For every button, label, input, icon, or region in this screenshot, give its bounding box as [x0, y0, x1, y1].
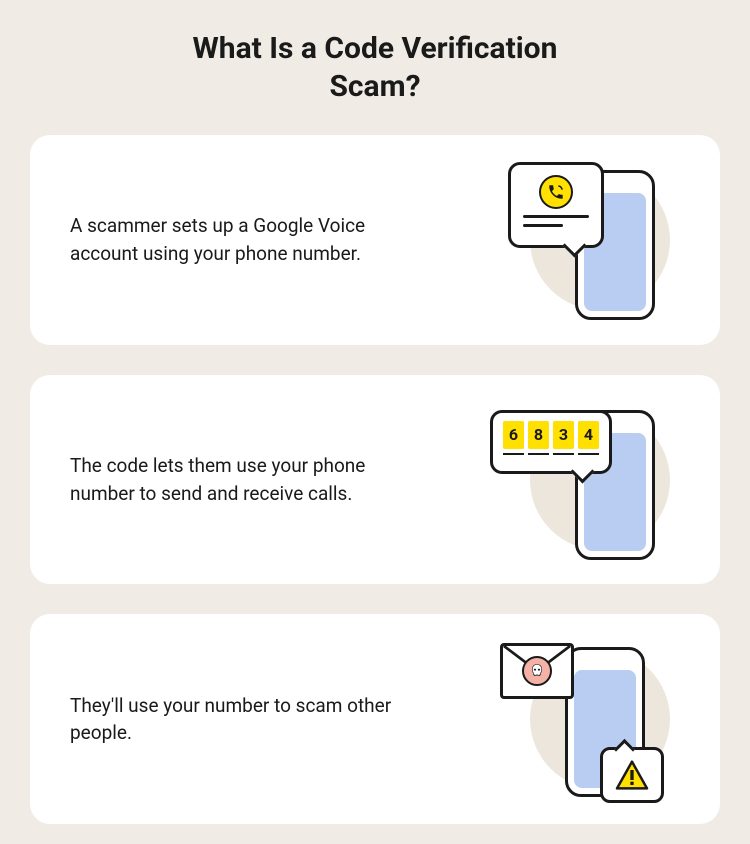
info-card-3: They'll use your number to scam other pe…: [30, 614, 720, 824]
illustration-scam: [470, 629, 690, 809]
speech-bubble-icon: [508, 162, 604, 248]
page-title: What Is a Code Verification Scam?: [165, 30, 585, 105]
warning-bubble-icon: [600, 747, 664, 803]
card-text: They'll use your number to scam other pe…: [70, 692, 410, 747]
info-card-2: The code lets them use your phone number…: [30, 375, 720, 585]
code-digit: 4: [578, 421, 599, 449]
warning-icon: [615, 760, 649, 790]
code-digit: 3: [553, 421, 574, 449]
code-bubble-icon: 6 8 3 4: [490, 410, 612, 474]
envelope-icon: [500, 643, 574, 699]
skull-icon: [522, 656, 552, 686]
card-text: A scammer sets up a Google Voice account…: [70, 212, 410, 267]
phone-call-icon: [539, 175, 573, 209]
code-digit: 6: [503, 421, 524, 449]
code-digit: 8: [528, 421, 549, 449]
illustration-setup: [470, 150, 690, 330]
card-text: The code lets them use your phone number…: [70, 452, 410, 507]
info-card-1: A scammer sets up a Google Voice account…: [30, 135, 720, 345]
illustration-code: 6 8 3 4: [470, 390, 690, 570]
